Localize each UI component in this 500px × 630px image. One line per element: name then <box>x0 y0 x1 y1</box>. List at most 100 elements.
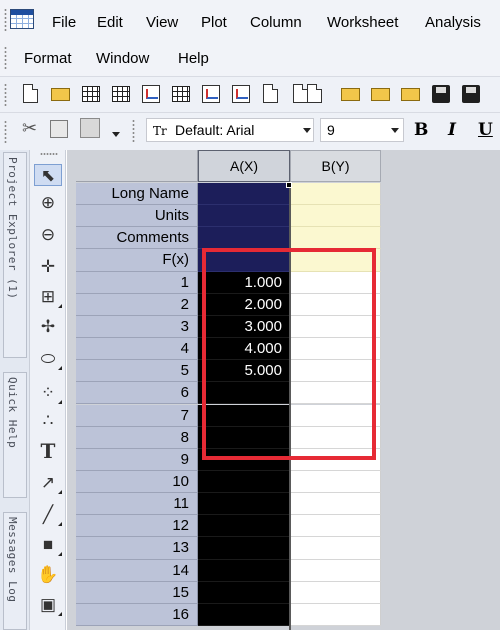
new-graph-button[interactable] <box>140 83 162 105</box>
cell-a-value[interactable] <box>198 603 290 626</box>
row-header[interactable]: 14 <box>76 559 198 582</box>
format-grip-2[interactable] <box>132 119 135 143</box>
worksheet-window-icon[interactable] <box>10 9 34 29</box>
cell-a-value[interactable] <box>198 493 290 516</box>
underline-button[interactable]: U <box>478 120 493 140</box>
new-layout-button[interactable] <box>230 83 252 105</box>
row-header[interactable]: 7 <box>76 404 198 427</box>
row-header[interactable]: 11 <box>76 493 198 516</box>
save-template-button[interactable] <box>460 83 482 105</box>
menu-format[interactable]: Format <box>24 50 72 68</box>
row-header[interactable]: 5 <box>76 360 198 383</box>
data-selector-icon[interactable]: ✢ <box>34 316 62 338</box>
save-project-button[interactable] <box>430 83 452 105</box>
menu-edit[interactable]: Edit <box>97 14 123 32</box>
cell-b-value[interactable] <box>290 559 381 582</box>
new-folder-button[interactable] <box>50 83 72 105</box>
label-cell-b[interactable] <box>290 227 381 250</box>
line-tool-icon[interactable]: ╱ <box>34 504 62 526</box>
row-header[interactable]: 6 <box>76 382 198 405</box>
chevron-down-icon[interactable] <box>303 128 311 133</box>
font-size-select[interactable]: 9 <box>320 118 404 142</box>
cell-b-value[interactable] <box>290 537 381 560</box>
new-matrix-button[interactable] <box>170 83 192 105</box>
format-toolbar-grip[interactable] <box>4 120 7 144</box>
label-row-header[interactable]: Comments <box>76 227 198 250</box>
tab-quick-help[interactable]: Quick Help <box>3 372 27 498</box>
tab-messages-log[interactable]: Messages Log <box>3 512 27 630</box>
new-excel-button[interactable] <box>110 83 132 105</box>
cell-a-value[interactable] <box>198 537 290 560</box>
scatter-points-icon[interactable]: ∴ <box>34 410 62 432</box>
zoom-out-icon[interactable]: ⊖ <box>34 224 62 246</box>
row-header[interactable]: 13 <box>76 537 198 560</box>
cell-b-value[interactable] <box>290 581 381 604</box>
tools-grip[interactable] <box>40 152 58 155</box>
toolbar-grip[interactable] <box>4 83 7 107</box>
region-mask-icon[interactable]: ⬭ <box>34 348 62 370</box>
menu-view[interactable]: View <box>146 14 178 32</box>
paste-icon[interactable] <box>80 118 100 138</box>
column-header-a[interactable]: A(X) <box>198 150 290 182</box>
cell-a-value[interactable] <box>198 559 290 582</box>
cell-a-value[interactable] <box>198 470 290 494</box>
cell-b-value[interactable] <box>290 603 381 626</box>
label-row-header[interactable]: Units <box>76 205 198 228</box>
row-header[interactable]: 15 <box>76 581 198 604</box>
open-excel-button[interactable] <box>400 83 422 105</box>
label-cell-a[interactable] <box>198 227 290 250</box>
rectangle-tool-icon[interactable]: ■ <box>34 534 62 556</box>
menu-grip[interactable] <box>4 8 7 32</box>
bold-button[interactable]: B <box>414 120 428 140</box>
label-cell-b[interactable] <box>290 205 381 228</box>
row-header[interactable]: 10 <box>76 470 198 494</box>
menu-analysis[interactable]: Analysis <box>425 14 481 32</box>
cell-b-value[interactable] <box>290 470 381 494</box>
cell-a-value[interactable] <box>198 581 290 604</box>
copy-icon[interactable] <box>50 120 68 138</box>
pointer-icon[interactable]: ⬉ <box>34 164 62 186</box>
menu-file[interactable]: File <box>52 14 76 32</box>
text-tool-icon[interactable]: T <box>34 440 62 462</box>
open-button[interactable] <box>340 83 362 105</box>
screen-reader-icon[interactable]: ⊞ <box>34 286 62 308</box>
menu-help[interactable]: Help <box>178 50 209 68</box>
zoom-in-icon[interactable]: ⊕ <box>34 192 62 214</box>
label-row-header[interactable]: Long Name <box>76 183 198 206</box>
cell-b-value[interactable] <box>290 493 381 516</box>
cut-icon[interactable]: ✂ <box>22 118 37 139</box>
chevron-down-icon[interactable] <box>391 128 399 133</box>
column-header-b[interactable]: B(Y) <box>290 150 381 182</box>
menu-grip-2[interactable] <box>4 46 7 70</box>
selection-handle[interactable] <box>286 182 292 188</box>
label-cell-b[interactable] <box>290 183 381 206</box>
cell-b-value[interactable] <box>290 515 381 538</box>
row-header[interactable]: 3 <box>76 315 198 339</box>
cell-a-value[interactable] <box>198 515 290 538</box>
new-function-doc-button[interactable] <box>304 83 326 105</box>
row-header[interactable]: 2 <box>76 293 198 316</box>
menu-column[interactable]: Column <box>250 14 302 32</box>
open-template-button[interactable] <box>370 83 392 105</box>
tab-project-explorer[interactable]: Project Explorer (1) <box>3 152 27 358</box>
data-reader-icon[interactable]: ✛ <box>34 256 62 278</box>
new-worksheet-button[interactable] <box>80 83 102 105</box>
label-cell-a[interactable] <box>198 205 290 228</box>
arrow-tool-icon[interactable]: ↗ <box>34 472 62 494</box>
pan-hand-icon[interactable]: ✋ <box>34 564 62 586</box>
italic-button[interactable]: I <box>448 120 456 140</box>
draw-data-icon[interactable]: ⁘ <box>34 382 62 404</box>
row-header[interactable]: 4 <box>76 338 198 361</box>
row-header[interactable]: 8 <box>76 426 198 449</box>
row-header[interactable]: 1 <box>76 271 198 294</box>
insert-graph-icon[interactable]: ▣ <box>34 594 62 616</box>
row-header[interactable]: 9 <box>76 448 198 471</box>
new-project-button[interactable] <box>20 83 42 105</box>
font-select[interactable]: Tr Default: Arial <box>146 118 314 142</box>
menu-plot[interactable]: Plot <box>201 14 227 32</box>
menu-window[interactable]: Window <box>96 50 149 68</box>
row-header[interactable]: 16 <box>76 603 198 626</box>
menu-worksheet[interactable]: Worksheet <box>327 14 398 32</box>
label-cell-a[interactable] <box>198 183 290 206</box>
paste-dropdown-icon[interactable] <box>112 132 120 137</box>
